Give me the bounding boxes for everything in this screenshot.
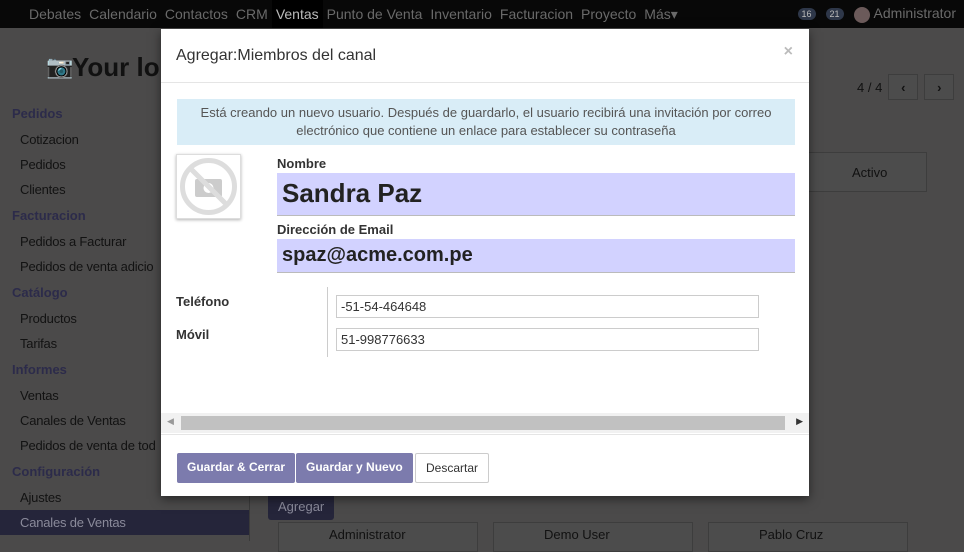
add-button[interactable]: Agregar <box>268 493 335 520</box>
page-title: Your lo <box>72 52 160 82</box>
user-name: Administrator <box>873 5 956 22</box>
scroll-right-icon[interactable]: ▶ <box>796 416 803 427</box>
save-close-button[interactable]: Guardar & Cerrar <box>177 453 296 483</box>
nav-ventas[interactable]: Ventas <box>271 0 323 28</box>
phone-input[interactable]: -51-54-464648 <box>336 295 759 318</box>
name-label: Nombre <box>277 156 327 171</box>
discard-button[interactable]: Descartar <box>415 453 490 483</box>
nav-crm[interactable]: CRM <box>232 0 272 28</box>
dialog: Agregar:Miembros del canal × Está creand… <box>161 29 809 496</box>
mobile-input[interactable]: 51-998776633 <box>336 328 759 351</box>
pager-value: 4 / 4 <box>857 79 883 95</box>
nav-contactos[interactable]: Contactos <box>161 0 232 28</box>
dialog-title: Agregar:Miembros del canal <box>161 29 809 83</box>
member-card[interactable]: Demo User <box>493 522 693 552</box>
next-button[interactable]: › <box>924 74 955 100</box>
active-toggle[interactable]: Activo <box>805 152 927 192</box>
prev-button[interactable]: ‹ <box>888 74 919 100</box>
close-icon[interactable]: × <box>784 43 793 61</box>
mobile-label: Móvil <box>176 327 210 342</box>
scroll-left-icon[interactable]: ◀ <box>167 416 174 427</box>
name-input[interactable]: Sandra Paz <box>277 173 795 216</box>
nav-mas[interactable]: Más▾ <box>640 0 681 28</box>
save-new-button[interactable]: Guardar y Nuevo <box>296 453 413 483</box>
chat-badge[interactable]: 21 <box>825 8 844 20</box>
nav-punto-de-venta[interactable]: Punto de Venta <box>323 0 427 28</box>
dialog-footer: Guardar & Cerrar Guardar y Nuevo Descart… <box>161 434 809 496</box>
messages-badge[interactable]: 16 <box>797 8 816 20</box>
nav-facturacion[interactable]: Facturacion <box>496 0 577 28</box>
email-input[interactable]: spaz@acme.com.pe <box>277 239 795 273</box>
camera-icon: 📷 <box>46 54 74 79</box>
nav-proyecto[interactable]: Proyecto <box>577 0 640 28</box>
email-label: Dirección de Email <box>277 222 394 237</box>
phone-label: Teléfono <box>176 294 230 309</box>
divider <box>327 287 328 357</box>
avatar <box>853 6 870 23</box>
sidebar-item[interactable]: Canales de Ventas <box>0 510 249 535</box>
no-photo-icon[interactable] <box>176 154 241 219</box>
nav-debates[interactable]: Debates <box>25 0 85 28</box>
pager: 4 / 4 ‹ › <box>857 74 955 100</box>
nav-inventario[interactable]: Inventario <box>426 0 495 28</box>
info-alert: Está creando un nuevo usuario. Después d… <box>177 99 795 145</box>
scroll-thumb[interactable] <box>181 416 785 430</box>
nav-calendario[interactable]: Calendario <box>85 0 161 28</box>
member-card[interactable]: Administrator <box>278 522 478 552</box>
horizontal-scrollbar[interactable]: ◀ ▶ <box>161 413 809 433</box>
member-card[interactable]: Pablo Cruz <box>708 522 908 552</box>
user-menu[interactable]: Administrator <box>853 5 956 23</box>
